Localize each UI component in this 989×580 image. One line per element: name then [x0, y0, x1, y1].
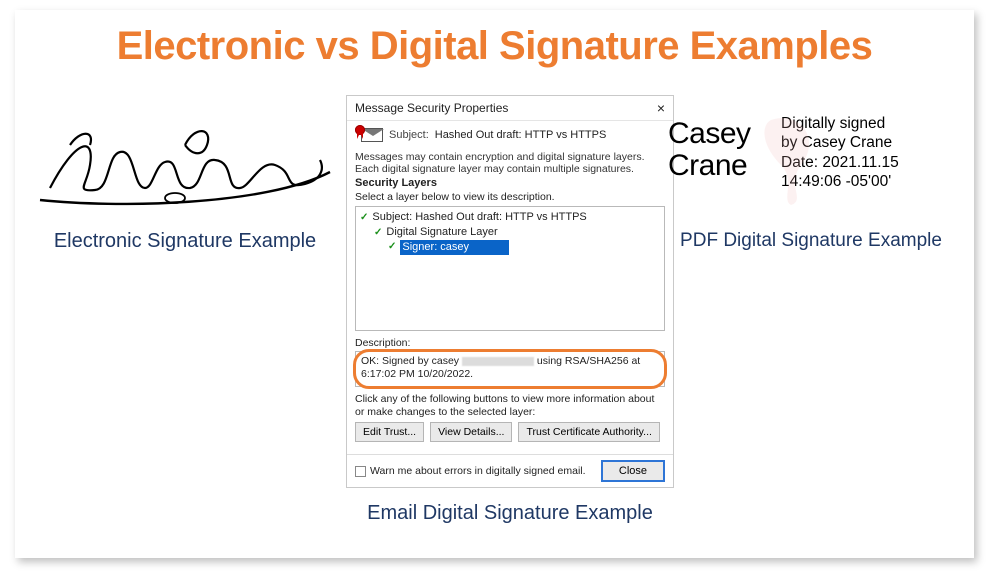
check-icon: ✓: [388, 240, 396, 254]
pdf-name-line1: Casey: [668, 117, 751, 150]
pdf-signature-meta: Digitally signed by Casey Crane Date: 20…: [781, 110, 956, 215]
description-box: OK: Signed by casey using RSA/SHA256 at …: [355, 351, 665, 387]
tree-row-layer[interactable]: ✓ Digital Signature Layer: [360, 225, 660, 240]
pdf-signature-block: Casey Crane Digitally signed by Casey Cr…: [666, 110, 956, 215]
tree-row-root[interactable]: ✓ Subject: Hashed Out draft: HTTP vs HTT…: [360, 210, 660, 225]
desc-line2: 6:17:02 PM 10/20/2022.: [361, 368, 473, 380]
select-layer-text: Select a layer below to view its descrip…: [355, 191, 665, 203]
subject-value: Hashed Out draft: HTTP vs HTTPS: [435, 129, 607, 141]
warn-checkbox[interactable]: Warn me about errors in digitally signed…: [355, 465, 586, 477]
message-security-dialog: Message Security Properties × Subject: H…: [346, 95, 674, 488]
pdf-signature-caption: PDF Digital Signature Example: [666, 230, 956, 252]
electronic-signature-caption: Electronic Signature Example: [35, 230, 335, 253]
warn-label: Warn me about errors in digitally signed…: [370, 465, 586, 477]
certificate-envelope-icon: [355, 125, 383, 145]
close-icon[interactable]: ×: [657, 100, 665, 116]
close-button[interactable]: Close: [601, 460, 665, 482]
dialog-title-text: Message Security Properties: [355, 101, 508, 115]
dialog-titlebar: Message Security Properties ×: [347, 96, 673, 121]
edit-trust-button[interactable]: Edit Trust...: [355, 422, 424, 442]
security-layers-heading: Security Layers: [355, 177, 665, 189]
handwritten-signature: [35, 110, 335, 220]
checkbox-box[interactable]: [355, 466, 366, 477]
layer-tree[interactable]: ✓ Subject: Hashed Out draft: HTTP vs HTT…: [355, 206, 665, 331]
tree-root-label: Subject: Hashed Out draft: HTTP vs HTTPS: [372, 210, 586, 225]
tree-layer-label: Digital Signature Layer: [386, 225, 497, 240]
check-icon: ✓: [374, 226, 382, 240]
redacted-text: [462, 357, 534, 366]
pdf-name-line2: Crane: [668, 149, 747, 182]
trust-ca-button[interactable]: Trust Certificate Authority...: [518, 422, 659, 442]
slide: Electronic vs Digital Signature Examples…: [15, 10, 974, 558]
description-label: Description:: [355, 337, 665, 349]
desc-prefix: OK: Signed by casey: [361, 355, 459, 367]
page-title: Electronic vs Digital Signature Examples: [15, 10, 974, 69]
subject-label: Subject:: [389, 129, 429, 141]
check-icon: ✓: [360, 211, 368, 225]
dialog-intro: Messages may contain encryption and digi…: [355, 151, 665, 175]
tree-signer-label: Signer: casey: [402, 241, 469, 253]
adobe-ribbon-icon: [751, 110, 831, 206]
desc-suffix: using RSA/SHA256 at: [537, 355, 640, 367]
email-signature-caption: Email Digital Signature Example: [346, 502, 674, 525]
view-details-button[interactable]: View Details...: [430, 422, 512, 442]
subject-row: Subject: Hashed Out draft: HTTP vs HTTPS: [347, 121, 673, 151]
tree-row-signer[interactable]: ✓ Signer: casey: [360, 240, 660, 255]
click-info-text: Click any of the following buttons to vi…: [355, 393, 665, 418]
